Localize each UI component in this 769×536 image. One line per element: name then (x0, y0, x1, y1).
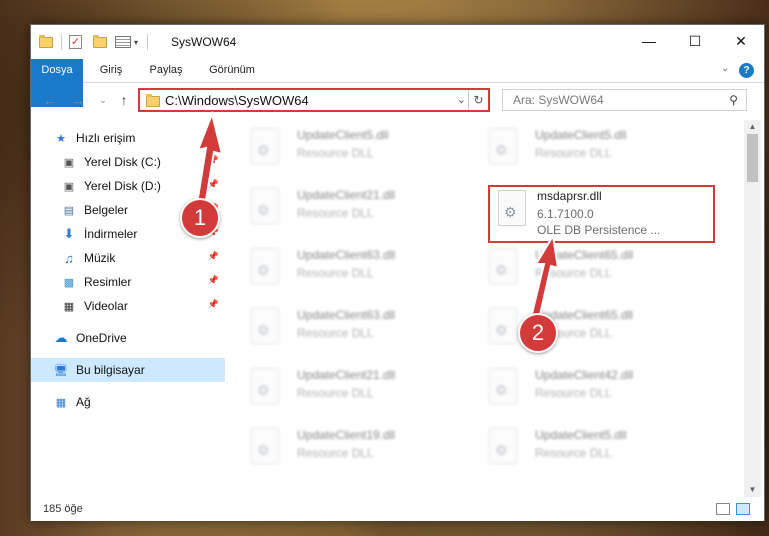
folder-icon (146, 94, 160, 107)
status-bar: 185 öğe (31, 497, 764, 521)
file-item[interactable]: UpdateClient21.dll Resource DLL (237, 364, 462, 412)
star-icon: ★ (56, 132, 66, 145)
download-icon: ⬇ (63, 226, 75, 241)
pin-icon[interactable]: 📌 (208, 251, 219, 262)
search-input[interactable]: Ara: SysWOW64 ⚲ (502, 89, 747, 111)
tab-giris[interactable]: Giriş (91, 59, 131, 82)
file-item[interactable]: UpdateClient5.dll Resource DLL (237, 124, 462, 172)
tiles-view-icon[interactable] (736, 503, 750, 515)
up-arrow-icon[interactable]: ↑ (115, 91, 133, 109)
step-badge-1: 1 (180, 198, 220, 238)
details-view-icon[interactable] (716, 503, 730, 515)
sidebar-item-disk-c[interactable]: ▣ Yerel Disk (C:) 📌 (31, 150, 225, 174)
chevron-down-icon[interactable]: ⌄ (94, 91, 112, 109)
pin-icon[interactable]: 📌 (208, 179, 219, 190)
close-icon[interactable]: ✕ (718, 25, 764, 57)
item-count: 185 öğe (43, 503, 83, 515)
customize-caret-icon[interactable]: ▾ (134, 34, 138, 50)
sidebar-item-quick-access[interactable]: ★ Hızlı erişim (31, 126, 225, 150)
separator (147, 34, 148, 50)
dll-file-icon (489, 128, 517, 164)
address-path[interactable]: C:\Windows\SysWOW64 (165, 93, 309, 108)
dll-file-icon (251, 428, 279, 464)
dll-file-icon (251, 308, 279, 344)
tab-paylas[interactable]: Paylaş (141, 59, 191, 82)
file-item[interactable]: UpdateClient63.dll Resource DLL (237, 304, 462, 352)
music-icon: ♫ (64, 250, 74, 266)
dll-file-icon (498, 190, 526, 226)
new-folder-icon[interactable] (93, 34, 107, 50)
dll-file-icon (251, 128, 279, 164)
properties-icon[interactable] (115, 34, 131, 50)
search-icon[interactable]: ⚲ (729, 93, 738, 107)
dll-file-icon (251, 248, 279, 284)
file-item[interactable]: UpdateClient21.dll Resource DLL (237, 184, 462, 232)
pictures-icon: ▩ (63, 276, 75, 289)
scroll-down-icon[interactable]: ▼ (744, 483, 761, 497)
back-arrow-icon[interactable]: ← (41, 91, 59, 109)
documents-icon: ▤ (63, 204, 75, 217)
file-list: UpdateClient5.dll Resource DLL UpdateCli… (227, 120, 744, 497)
file-item[interactable]: UpdateClient65.dll Resource DLL (475, 244, 700, 292)
pin-icon[interactable]: 📌 (208, 299, 219, 310)
folder-icon (39, 34, 53, 50)
vertical-scrollbar[interactable]: ▲ ▼ (744, 120, 761, 497)
refresh-icon[interactable]: ↻ (468, 90, 488, 110)
tab-gorunum[interactable]: Görünüm (199, 59, 265, 82)
file-item[interactable]: UpdateClient19.dll Resource DLL (237, 424, 462, 472)
sidebar-item-this-pc[interactable]: 🖥 Bu bilgisayar (31, 358, 225, 382)
sidebar-item-onedrive[interactable]: ☁ OneDrive (31, 326, 225, 350)
computer-icon: 🖥 (54, 364, 68, 377)
file-item[interactable]: UpdateClient42.dll Resource DLL (475, 364, 700, 412)
file-item[interactable]: UpdateClient63.dll Resource DLL (237, 244, 462, 292)
address-dropdown-icon[interactable]: ⌄ (457, 93, 466, 106)
sidebar-item-network[interactable]: ▦ Ağ (31, 390, 225, 414)
dll-file-icon (489, 308, 517, 344)
separator (61, 34, 62, 50)
step-badge-2: 2 (518, 313, 558, 353)
properties-check-icon[interactable]: ✓ (69, 34, 82, 50)
pin-icon[interactable]: 📌 (208, 155, 219, 166)
minimize-icon[interactable]: — (626, 25, 672, 57)
cloud-icon: ☁ (54, 330, 68, 345)
dll-file-icon (251, 368, 279, 404)
file-item[interactable]: UpdateClient65.dll Resource DLL (475, 304, 700, 352)
dll-file-icon (489, 248, 517, 284)
drive-icon: ▣ (63, 156, 75, 169)
scroll-up-icon[interactable]: ▲ (744, 120, 761, 134)
pin-icon[interactable]: 📌 (208, 275, 219, 286)
window-title: SysWOW64 (171, 35, 237, 49)
navigation-pane: ★ Hızlı erişim ▣ Yerel Disk (C:) 📌 ▣ Yer… (31, 120, 225, 497)
search-placeholder: Ara: SysWOW64 (513, 93, 604, 107)
title-bar: ✓ ▾ SysWOW64 — ☐ ✕ (31, 25, 764, 59)
sidebar-item-disk-d[interactable]: ▣ Yerel Disk (D:) 📌 (31, 174, 225, 198)
videos-icon: ▦ (63, 300, 75, 313)
navigation-bar: ← → ⌄ ↑ C:\Windows\SysWOW64 ⌄ ↻ Ara: Sys… (31, 83, 764, 119)
file-item-msdaprsr[interactable]: msdaprsr.dll 6.1.7100.0 OLE DB Persisten… (488, 185, 715, 243)
forward-arrow-icon[interactable]: → (69, 91, 87, 109)
ribbon-tabs: Dosya Giriş Paylaş Görünüm ⌄ ? (31, 59, 764, 107)
sidebar-item-music[interactable]: ♫ Müzik 📌 (31, 246, 225, 270)
file-item[interactable]: UpdateClient5.dll Resource DLL (475, 124, 700, 172)
file-item[interactable]: UpdateClient5.dll Resource DLL (475, 424, 700, 472)
help-button[interactable]: ? (739, 63, 754, 78)
dll-file-icon (251, 188, 279, 224)
drive-icon: ▣ (63, 180, 75, 193)
file-explorer-window: ✓ ▾ SysWOW64 — ☐ ✕ Dosya Giriş Paylaş Gö… (30, 24, 765, 521)
sidebar-item-videos[interactable]: ▦ Videolar 📌 (31, 294, 225, 318)
sidebar-item-pictures[interactable]: ▩ Resimler 📌 (31, 270, 225, 294)
scrollbar-thumb[interactable] (747, 134, 758, 182)
maximize-icon[interactable]: ☐ (672, 25, 718, 57)
dll-file-icon (489, 428, 517, 464)
network-icon: ▦ (55, 396, 67, 409)
expand-ribbon-icon[interactable]: ⌄ (721, 63, 729, 74)
dll-file-icon (489, 368, 517, 404)
address-bar[interactable]: C:\Windows\SysWOW64 ⌄ ↻ (138, 88, 490, 112)
